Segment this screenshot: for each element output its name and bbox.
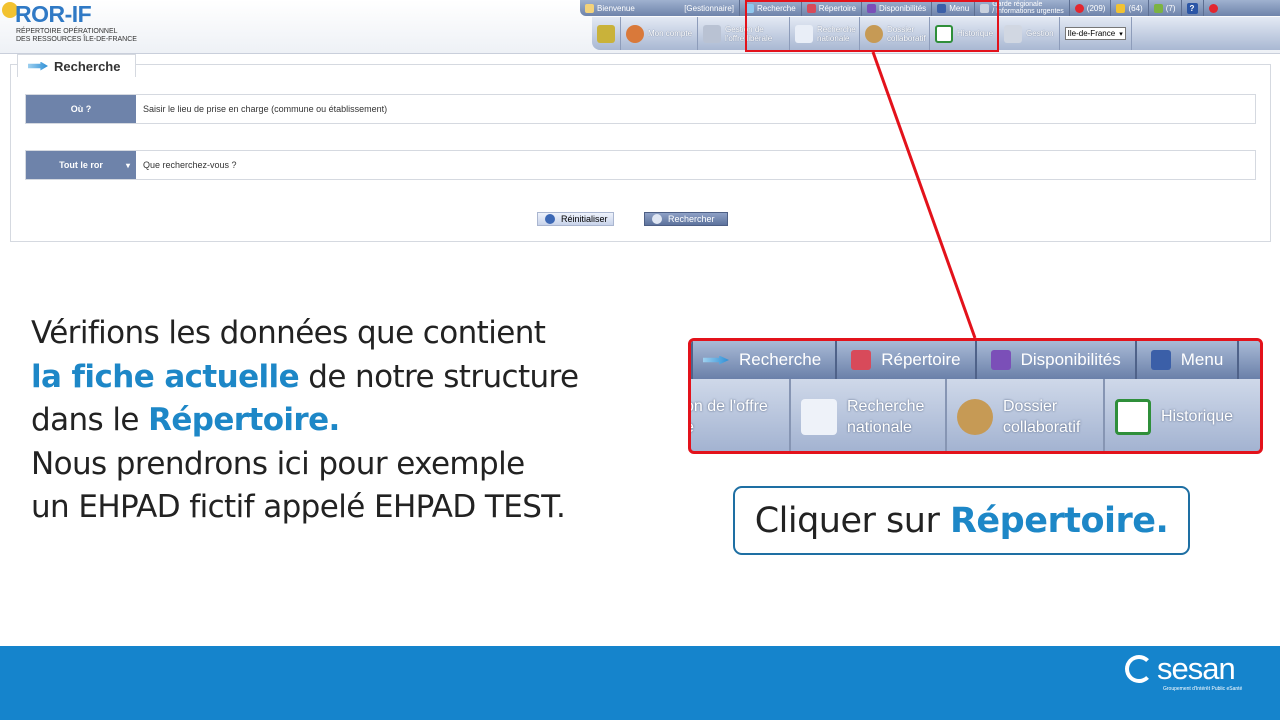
ror-if-logo[interactable]: ROR-IF RÉPERTOIRE OPÉRATIONNEL DES RESSO… <box>0 0 150 50</box>
footer-band <box>0 646 1280 720</box>
france-map-icon <box>801 398 837 435</box>
user-welcome[interactable]: Bienvenue [Gestionnaire] <box>580 0 740 16</box>
alerts-counter[interactable]: (209) <box>1070 0 1112 16</box>
logo-subtitle-line2: DES RESSOURCES ÎLE-DE-FRANCE <box>16 36 137 43</box>
arrow-right-icon <box>703 355 729 365</box>
search-panel-tab: Recherche <box>17 54 136 77</box>
instruction-line4: Nous prendrons ici pour exemple <box>31 445 525 482</box>
wrench-icon <box>1004 24 1023 43</box>
zoom-recherche[interactable]: Recherche <box>691 341 835 379</box>
messages-counter[interactable]: (7) <box>1149 0 1182 16</box>
what-input[interactable]: Que recherchez-vous ? <box>136 151 1255 179</box>
sesan-wordmark: sesan <box>1157 651 1236 686</box>
bed-icon <box>990 350 1011 370</box>
nav-books[interactable] <box>592 17 621 50</box>
tools-icon <box>703 24 722 43</box>
bell-icon <box>1116 3 1126 13</box>
logo-subtitle-line1: RÉPERTOIRE OPÉRATIONNEL <box>16 28 118 35</box>
region-select[interactable]: Ile-de-France ▾ <box>1064 27 1126 40</box>
scope-select[interactable]: Tout le ror ▾ <box>26 151 136 179</box>
calendar-icon <box>1115 398 1151 435</box>
zoom-top-bar: Recherche Répertoire Disponibilités Menu <box>691 341 1260 379</box>
sesan-tagline: Groupement d'Intérêt Public eSanté <box>1163 686 1243 692</box>
zoom-gestion-offre[interactable]: on de l'offree <box>691 379 791 451</box>
cta-highlight: Répertoire. <box>949 500 1169 541</box>
app-header: ROR-IF RÉPERTOIRE OPÉRATIONNEL DES RESSO… <box>0 0 1280 54</box>
instruction-text: Vérifions les données que contient la fi… <box>31 312 651 530</box>
alert-icon <box>1074 3 1084 13</box>
monitor-icon <box>1150 350 1171 370</box>
chevron-down-icon: ▾ <box>1119 30 1123 38</box>
books-icon <box>597 24 615 43</box>
zoomed-menu-callout: Recherche Répertoire Disponibilités Menu… <box>688 338 1263 454</box>
magnifier-icon <box>652 214 662 224</box>
search-panel-title: Recherche <box>54 58 121 74</box>
message-icon <box>1153 3 1163 13</box>
zoom-recherche-nationale[interactable]: Recherche nationale <box>791 379 947 451</box>
chevron-down-icon: ▾ <box>125 161 130 170</box>
where-label: Où ? <box>26 95 136 123</box>
cta-prefix: Cliquer sur <box>754 500 950 541</box>
instruction-line1: Vérifions les données que contient <box>31 315 546 351</box>
user-icon <box>585 3 594 13</box>
help-button[interactable]: ? <box>1182 0 1204 16</box>
zoom-disponibilites[interactable]: Disponibilités <box>974 341 1135 379</box>
users-icon <box>957 398 993 435</box>
logout-button[interactable] <box>1204 0 1226 16</box>
where-input[interactable]: Saisir le lieu de prise en charge (commu… <box>136 95 1255 123</box>
what-row: Tout le ror ▾ Que recherchez-vous ? <box>25 150 1256 180</box>
power-icon <box>1208 3 1218 13</box>
sesan-logo: sesan Groupement d'Intérêt Public eSanté <box>1125 651 1275 694</box>
where-row: Où ? Saisir le lieu de prise en charge (… <box>25 94 1256 124</box>
role-label: [Gestionnaire] <box>684 3 734 13</box>
logo-subtitle: RÉPERTOIRE OPÉRATIONNEL DES RESSOURCES Î… <box>16 28 156 44</box>
repertoire-icon <box>851 350 872 370</box>
region-selector-wrap: Ile-de-France ▾ <box>1060 17 1132 50</box>
search-button[interactable]: Rechercher <box>644 212 728 226</box>
notifications-counter[interactable]: (64) <box>1111 0 1149 16</box>
zoom-historique[interactable]: Historique <box>1105 379 1243 451</box>
welcome-label: Bienvenue <box>597 3 635 13</box>
nav-gestion[interactable]: Gestion <box>999 17 1060 50</box>
reset-button[interactable]: Réinitialiser <box>537 212 614 226</box>
highlight-box-menu <box>745 0 999 52</box>
instruction-line5: un EHPAD fictif appelé EHPAD TEST. <box>31 489 566 525</box>
zoom-dossier-collaboratif[interactable]: Dossier collaboratif <box>947 379 1105 451</box>
zoom-menu[interactable]: Menu <box>1134 341 1240 379</box>
arrow-right-icon <box>28 61 48 71</box>
nav-mon-compte[interactable]: Mon compte <box>621 17 699 50</box>
reset-icon <box>545 214 555 224</box>
instruction-line2: la fiche actuelle de notre structure <box>31 358 579 395</box>
zoom-repertoire[interactable]: Répertoire <box>835 341 974 379</box>
logo-title: ROR-IF <box>15 1 92 27</box>
account-icon <box>626 24 644 43</box>
instruction-line3: dans le Répertoire. <box>31 402 340 438</box>
call-to-action: Cliquer sur Répertoire. <box>733 486 1190 555</box>
slide: ROR-IF RÉPERTOIRE OPÉRATIONNEL DES RESSO… <box>0 0 1280 720</box>
zoom-bottom-bar: on de l'offree Recherchenationale Dossie… <box>691 379 1260 451</box>
sesan-mark-icon <box>1125 655 1153 683</box>
